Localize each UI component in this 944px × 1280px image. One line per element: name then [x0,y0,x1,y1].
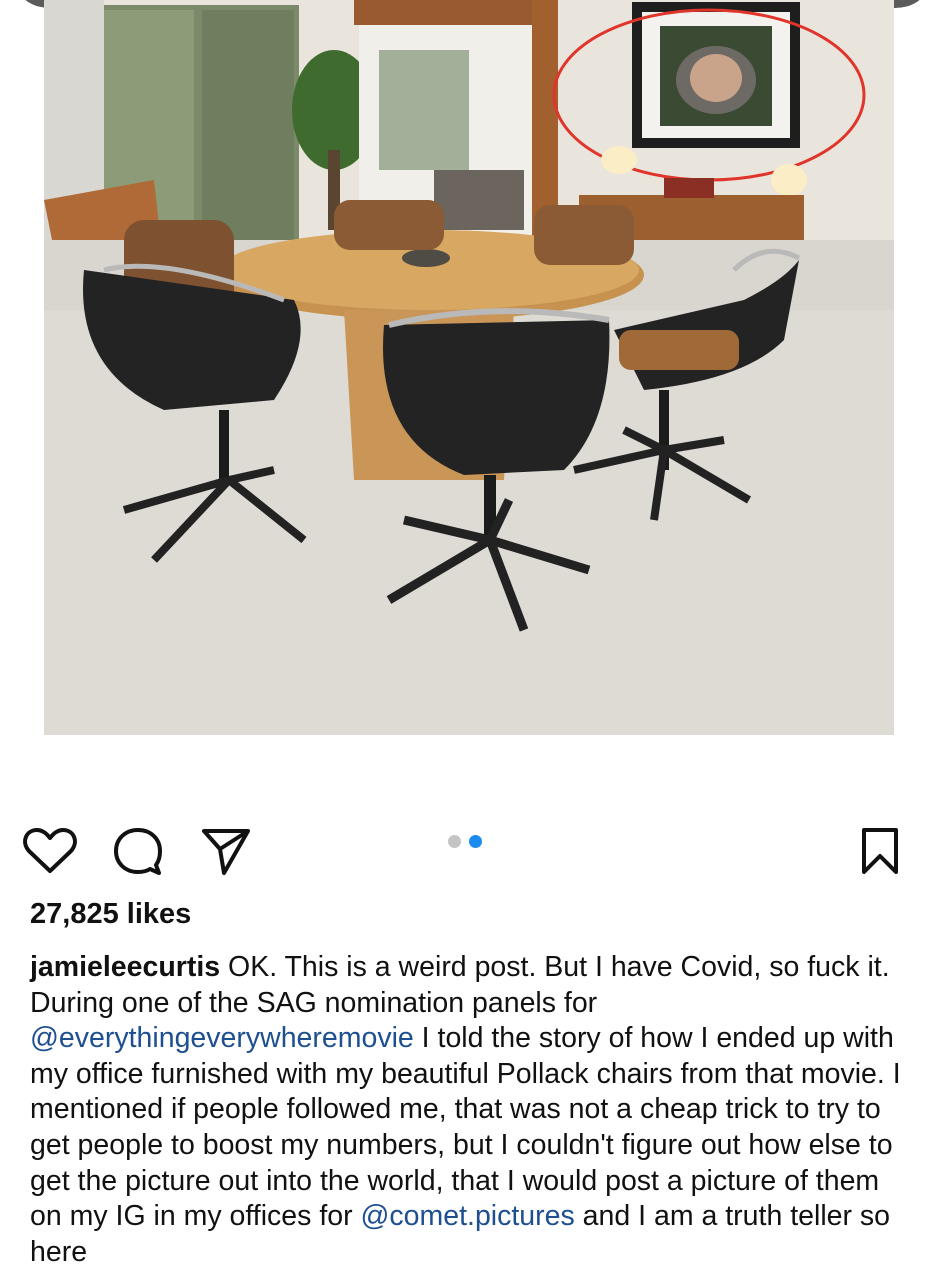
caption-username[interactable]: jamieleecurtis [30,951,220,983]
mention-link[interactable]: @everythingeverywheremovie [30,1022,414,1054]
carousel-dot-active [469,835,482,848]
comment-icon[interactable] [110,823,166,879]
paper-plane-icon[interactable] [198,823,254,879]
heart-icon[interactable] [22,823,78,879]
likes-count[interactable]: 27,825 likes [30,898,191,931]
post-caption: jamieleecurtis OK. This is a weird post.… [30,950,910,1270]
carousel-dot [448,835,461,848]
carousel-indicator [448,835,482,848]
mention-link[interactable]: @comet.pictures [361,1200,575,1232]
bookmark-icon[interactable] [852,823,908,879]
dining-room-photo [44,0,894,735]
post-action-bar [0,805,944,885]
post-image[interactable] [44,0,894,735]
